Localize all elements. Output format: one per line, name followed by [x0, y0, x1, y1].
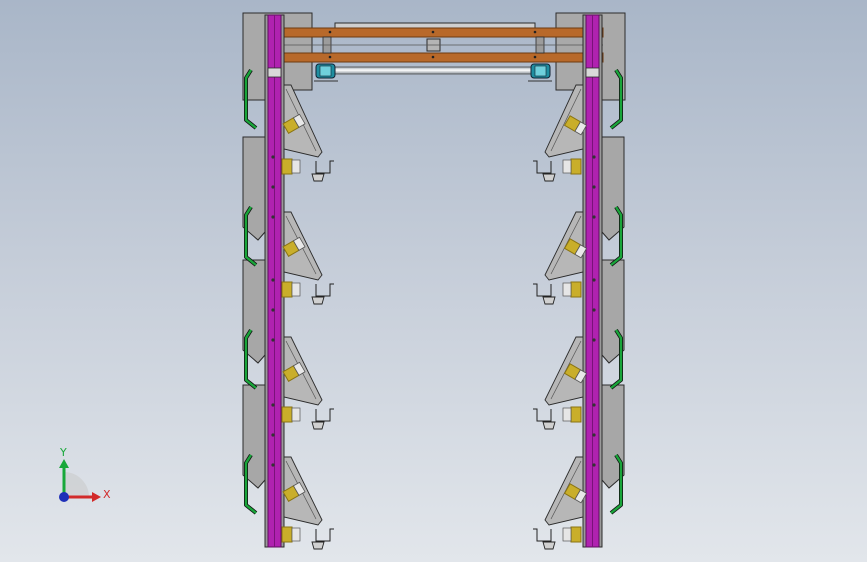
plate-hole: [271, 278, 275, 282]
plate-hole: [271, 433, 275, 437]
plate-hole: [271, 463, 275, 467]
hook-bracket: [315, 283, 334, 297]
roller-wheel-left: [314, 63, 338, 82]
plate-hole: [271, 308, 275, 312]
plate-hole: [271, 185, 275, 189]
coordinate-triad[interactable]: Y X: [59, 446, 111, 502]
plate-hole: [271, 338, 275, 342]
straight-unit-body: [281, 281, 293, 298]
roller-axle: [329, 66, 537, 75]
hook-clamp: [542, 541, 556, 550]
hook-bracket: [533, 283, 552, 297]
tier-assemblies: [242, 68, 625, 550]
hook-clamp: [311, 421, 325, 430]
straight-unit-head: [562, 159, 572, 174]
hook-clamp: [311, 541, 325, 550]
hook-clamp: [542, 421, 556, 430]
plate-hole: [592, 433, 596, 437]
triad-y-arrow: [59, 459, 69, 468]
triad-rotation-arc: [64, 472, 89, 497]
straight-unit-body: [281, 406, 293, 423]
plate-hole: [592, 338, 596, 342]
hook-bracket: [533, 160, 552, 174]
plate-hole: [592, 185, 596, 189]
plate-hole: [592, 278, 596, 282]
cad-viewport[interactable]: Y X: [0, 0, 867, 562]
plate-hole: [592, 463, 596, 467]
straight-unit-body: [570, 406, 582, 423]
hook-clamp: [311, 173, 325, 182]
triad-x-arrow: [92, 492, 101, 502]
straight-unit-head: [291, 527, 301, 542]
straight-unit-body: [281, 526, 293, 543]
triad-x-label: X: [103, 488, 111, 501]
straight-unit-head: [291, 159, 301, 174]
hook-bracket: [315, 528, 334, 542]
triad-origin: [59, 492, 69, 502]
plate-hole: [592, 403, 596, 407]
plate-hole: [592, 308, 596, 312]
plate-hole: [592, 215, 596, 219]
plate-hole: [271, 155, 275, 159]
straight-unit-head: [562, 407, 572, 422]
straight-unit-body: [570, 281, 582, 298]
straight-unit-body: [281, 158, 293, 175]
hook-bracket: [533, 528, 552, 542]
top-assembly: [242, 12, 626, 101]
straight-unit-body: [570, 158, 582, 175]
hook-bracket: [533, 408, 552, 422]
straight-unit-body: [570, 526, 582, 543]
straight-unit-head: [562, 527, 572, 542]
hook-clamp: [542, 296, 556, 305]
top-rail: [334, 22, 536, 29]
plate-hole: [271, 403, 275, 407]
straight-unit-head: [291, 407, 301, 422]
straight-unit-head: [291, 282, 301, 297]
roller-wheel-right: [528, 63, 552, 82]
plate-hole: [592, 155, 596, 159]
hook-clamp: [542, 173, 556, 182]
hook-bracket: [315, 408, 334, 422]
straight-unit-head: [562, 282, 572, 297]
triad-y-label: Y: [59, 446, 67, 459]
right-column: [582, 14, 603, 548]
hook-bracket: [315, 160, 334, 174]
hook-clamp: [311, 296, 325, 305]
left-column: [264, 14, 285, 548]
plate-hole: [271, 215, 275, 219]
